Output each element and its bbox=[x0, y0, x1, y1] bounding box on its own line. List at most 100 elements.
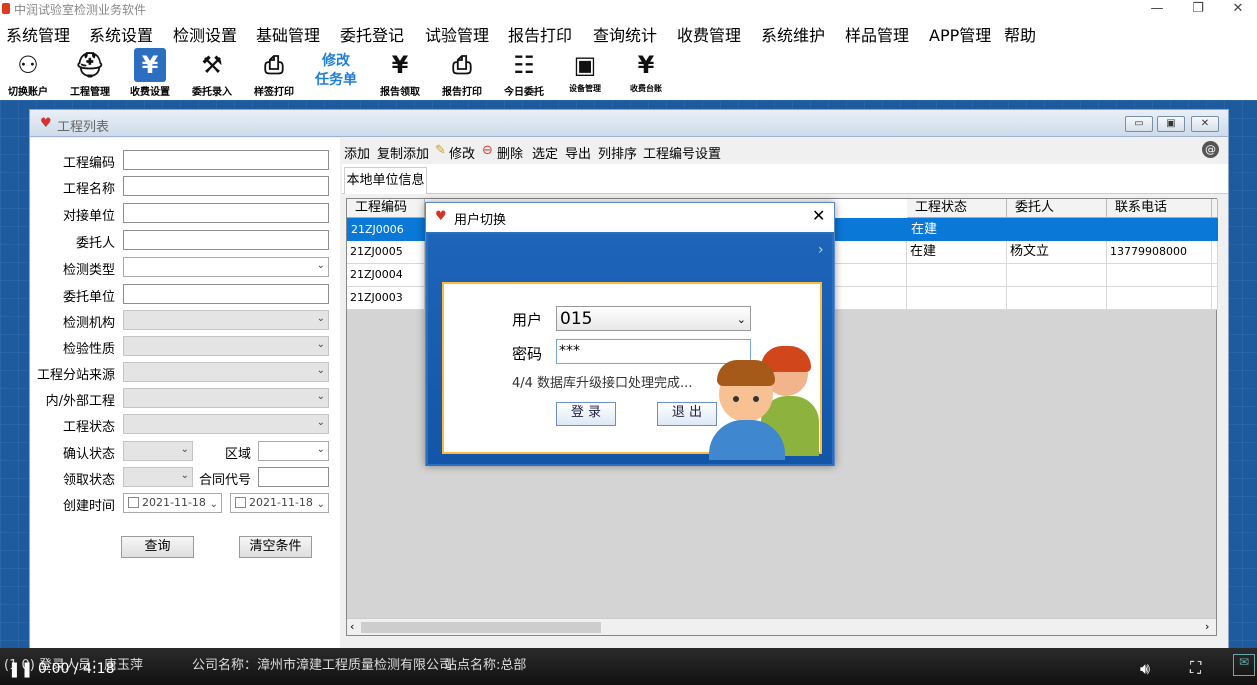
checkbox-icon bbox=[235, 497, 246, 508]
menu-item-2[interactable]: 检测设置 bbox=[173, 22, 237, 46]
column-header-2[interactable]: 委托人 bbox=[1007, 199, 1107, 218]
password-label: 密码 bbox=[512, 345, 543, 363]
column-header-1[interactable]: 工程状态 bbox=[907, 199, 1007, 218]
menu-item-8[interactable]: 收费管理 bbox=[677, 22, 741, 46]
scroll-left-icon[interactable]: ‹ bbox=[350, 620, 354, 633]
form-input-0[interactable] bbox=[123, 150, 329, 170]
chevron-down-icon: ⌄ bbox=[180, 470, 189, 481]
restore-icon[interactable]: ❐ bbox=[1178, 0, 1218, 18]
menu-item-6[interactable]: 报告打印 bbox=[508, 22, 572, 46]
exit-button[interactable]: 退 出 bbox=[657, 402, 717, 426]
menu-bar: 系统管理 系统设置 检测设置 基础管理 委托登记 试验管理 报告打印 查询统计 收费管理 系统维护… bbox=[0, 18, 1257, 46]
edit-button[interactable]: 修改 bbox=[449, 143, 475, 162]
device-icon: ▣ bbox=[573, 51, 597, 79]
form-select-4[interactable]: ⌄ bbox=[123, 257, 329, 277]
app-logo-icon bbox=[2, 3, 10, 14]
form-select-7[interactable]: ⌄ bbox=[123, 336, 329, 356]
login-button[interactable]: 登 录 bbox=[556, 402, 616, 426]
toolbar-button-7[interactable]: ⎙ 报告打印 bbox=[434, 44, 490, 100]
add-button[interactable]: 添加 bbox=[344, 143, 370, 162]
chevron-right-icon[interactable]: › bbox=[818, 242, 824, 258]
fullscreen-icon[interactable]: ⛶ bbox=[1190, 658, 1201, 678]
form-label-2: 对接单位 bbox=[62, 209, 115, 224]
dialog-body: › 用户 015 ⌄ 密码 *** 4/4 数据库升级接口处理完成... 登 录… bbox=[426, 232, 834, 466]
toolbar-button-0[interactable]: ⚇ 切换账户 bbox=[2, 44, 54, 100]
label-printer-icon: ⎙ bbox=[264, 51, 284, 79]
pencil-icon: ✎ bbox=[435, 143, 446, 158]
menu-item-4[interactable]: 委托登记 bbox=[340, 22, 404, 46]
table-cell-edge bbox=[1212, 264, 1218, 287]
status-message: 4/4 数据库升级接口处理完成... bbox=[512, 376, 693, 391]
mail-icon[interactable]: ✉ bbox=[1233, 654, 1255, 676]
dialog-title: 用户切换 bbox=[454, 213, 507, 228]
toolbar-button-1[interactable]: ⛑ 工程管理 bbox=[62, 44, 118, 100]
date-picker-date-from[interactable]: 2021-11-18 ⌄ bbox=[123, 493, 222, 513]
form-select-9[interactable]: ⌄ bbox=[123, 388, 329, 408]
menu-item-9[interactable]: 系统维护 bbox=[761, 22, 825, 46]
toolbar-button-4[interactable]: ⎙ 样签打印 bbox=[246, 44, 302, 100]
app-title-bar: 中润试验室检测业务软件 — ❐ ✕ bbox=[0, 0, 1257, 18]
settings-icon[interactable]: @ bbox=[1202, 141, 1219, 158]
form-select-10[interactable]: ⌄ bbox=[123, 414, 329, 434]
receive-status-select[interactable]: ⌄ bbox=[123, 467, 193, 487]
window-maximize-button[interactable]: ▣ bbox=[1157, 116, 1185, 132]
menu-item-11[interactable]: APP管理 bbox=[929, 22, 991, 46]
date-picker-date-to[interactable]: 2021-11-18 ⌄ bbox=[230, 493, 329, 513]
volume-icon[interactable]: 🔊︎ bbox=[1140, 659, 1150, 679]
window-minimize-button[interactable]: ▭ bbox=[1125, 116, 1153, 132]
pause-icon[interactable]: ❚❚ bbox=[8, 660, 33, 678]
table-cell: 在建 bbox=[907, 241, 1007, 264]
clear-button[interactable]: 清空条件 bbox=[239, 536, 312, 558]
toolbar-button-9[interactable]: ▣ 设备管理 bbox=[560, 44, 610, 100]
toolbar-button-3[interactable]: ⚒ 委托录入 bbox=[184, 44, 240, 100]
scroll-right-icon[interactable]: › bbox=[1205, 620, 1209, 633]
menu-item-10[interactable]: 样品管理 bbox=[845, 22, 909, 46]
menu-item-12[interactable]: 帮助 bbox=[1004, 22, 1036, 46]
menu-item-7[interactable]: 查询统计 bbox=[593, 22, 657, 46]
column-sort-button[interactable]: 列排序 bbox=[598, 143, 637, 162]
toolbar-button-5[interactable]: 修改 任务单 bbox=[308, 44, 364, 100]
form-input-3[interactable] bbox=[123, 230, 329, 250]
column-header-0[interactable]: 工程编码 bbox=[347, 199, 425, 218]
toolbar-button-10[interactable]: ¥ 收费台账 bbox=[622, 44, 670, 100]
toolbar-button-8[interactable]: ☷ 今日委托 bbox=[496, 44, 552, 100]
menu-item-3[interactable]: 基础管理 bbox=[256, 22, 320, 46]
confirm-status-select[interactable]: ⌄ bbox=[123, 441, 193, 461]
delete-button[interactable]: 删除 bbox=[497, 143, 523, 162]
dialog-close-icon[interactable]: ✕ bbox=[812, 206, 825, 225]
form-input-1[interactable] bbox=[123, 176, 329, 196]
table-cell: 杨文立 bbox=[1007, 241, 1107, 264]
form-input-5[interactable] bbox=[123, 284, 329, 304]
table-cell bbox=[1007, 264, 1107, 287]
menu-item-1[interactable]: 系统设置 bbox=[89, 22, 153, 46]
dialog-title-bar: ♥ 用户切换 ✕ bbox=[426, 203, 834, 232]
form-select-6[interactable]: ⌄ bbox=[123, 310, 329, 330]
user-select[interactable]: 015 ⌄ bbox=[556, 306, 751, 331]
window-close-button[interactable]: ✕ bbox=[1191, 116, 1219, 132]
form-input-2[interactable] bbox=[123, 203, 329, 223]
toolbar-button-6[interactable]: ¥ 报告领取 bbox=[372, 44, 428, 100]
toolbar-label: 报告打印 bbox=[442, 87, 482, 98]
toolbar-button-2[interactable]: ¥ 收费设置 bbox=[122, 44, 178, 100]
region-select[interactable]: ⌄ bbox=[258, 441, 329, 461]
column-header-3[interactable]: 联系电话 bbox=[1107, 199, 1212, 218]
horizontal-scrollbar[interactable]: ‹ › bbox=[347, 618, 1216, 635]
select-button[interactable]: 选定 bbox=[532, 143, 558, 162]
minimize-icon[interactable]: — bbox=[1137, 0, 1177, 18]
table-cell: 21ZJ0005 bbox=[347, 241, 425, 264]
export-button[interactable]: 导出 bbox=[565, 143, 591, 162]
table-cell bbox=[907, 287, 1007, 310]
company-text: 公司名称：漳州市漳建工程质量检测有限公司 bbox=[192, 658, 453, 673]
scroll-thumb[interactable] bbox=[361, 622, 601, 633]
form-select-8[interactable]: ⌄ bbox=[123, 362, 329, 382]
query-button[interactable]: 查询 bbox=[121, 536, 194, 558]
close-icon[interactable]: ✕ bbox=[1218, 0, 1257, 18]
copy-add-button[interactable]: 复制添加 bbox=[377, 143, 429, 162]
menu-item-0[interactable]: 系统管理 bbox=[6, 22, 70, 46]
contract-code-input[interactable] bbox=[258, 467, 329, 487]
checkbox-icon bbox=[128, 497, 139, 508]
code-settings-button[interactable]: 工程编号设置 bbox=[643, 143, 721, 162]
menu-item-5[interactable]: 试验管理 bbox=[425, 22, 489, 46]
tab-local-unit[interactable]: 本地单位信息 bbox=[344, 167, 427, 194]
chevron-down-icon: ⌄ bbox=[180, 444, 189, 455]
